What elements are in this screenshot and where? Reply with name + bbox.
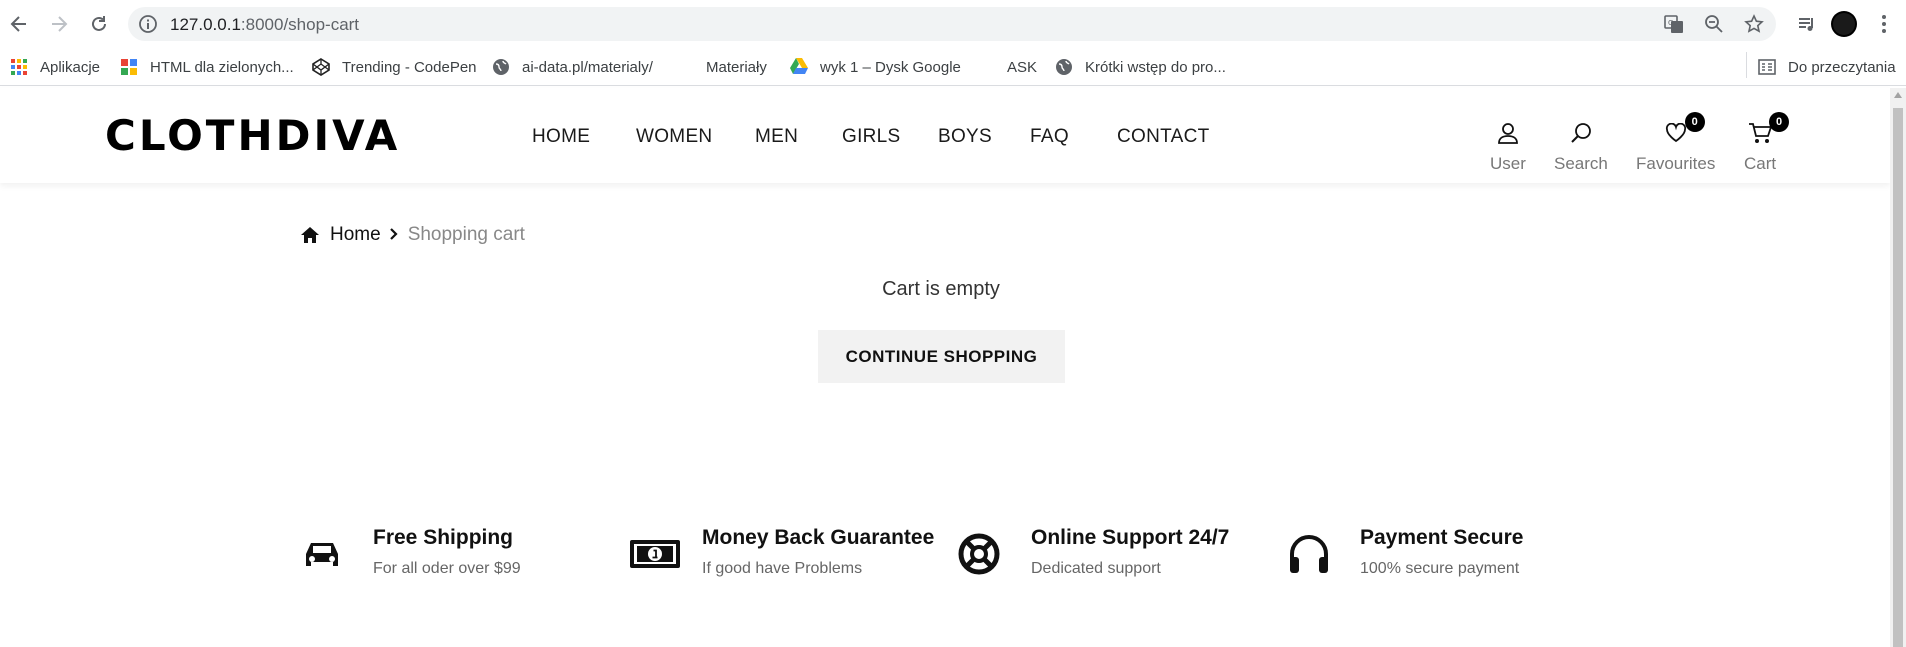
url-host: 127.0.0.1 bbox=[170, 15, 241, 34]
bookmark-label: ASK bbox=[1007, 58, 1038, 76]
heart-icon bbox=[1665, 123, 1686, 143]
svg-text:G: G bbox=[1668, 19, 1673, 27]
favourites-count-badge: 0 bbox=[1684, 112, 1705, 132]
reading-list-icon bbox=[1758, 58, 1776, 76]
reload-button[interactable] bbox=[84, 9, 114, 39]
translate-icon[interactable]: G bbox=[1664, 14, 1684, 34]
bookmark-dysk-google[interactable]: wyk 1 – Dysk Google bbox=[790, 57, 961, 77]
header-search[interactable]: Search bbox=[1554, 120, 1608, 174]
arrow-left-icon bbox=[10, 16, 26, 32]
bookmarks-bar: Aplikacje HTML dla zielonych... Trending… bbox=[0, 48, 1906, 86]
google-drive-icon bbox=[790, 58, 808, 76]
header-cart[interactable]: 0 Cart bbox=[1744, 112, 1790, 174]
back-button[interactable] bbox=[4, 9, 34, 39]
browser-toolbar: 127.0.0.1:8000/shop-cart G bbox=[0, 0, 1906, 48]
feature-title: Online Support 24/7 bbox=[1031, 526, 1230, 549]
globe-icon bbox=[492, 58, 510, 76]
lifebuoy-icon bbox=[958, 532, 1002, 576]
bookmark-ask[interactable]: ASK bbox=[977, 57, 1037, 77]
header-favourites[interactable]: 0 Favourites bbox=[1636, 112, 1716, 174]
cart-label: Cart bbox=[1744, 154, 1777, 173]
header-user[interactable]: User bbox=[1490, 120, 1526, 174]
scrollbar-thumb[interactable] bbox=[1893, 108, 1903, 647]
blank-icon bbox=[676, 58, 694, 76]
address-bar[interactable]: 127.0.0.1:8000/shop-cart G bbox=[128, 7, 1776, 41]
url-path: :8000/shop-cart bbox=[240, 15, 360, 34]
globe-icon bbox=[1055, 58, 1073, 76]
bookmark-codepen[interactable]: Trending - CodePen bbox=[312, 57, 477, 77]
user-label: User bbox=[1490, 154, 1526, 173]
media-control-button[interactable] bbox=[1793, 10, 1821, 38]
menu-item-men[interactable]: MEN bbox=[755, 126, 798, 148]
money-icon bbox=[629, 532, 680, 576]
bookmark-apps[interactable]: Aplikacje bbox=[10, 57, 100, 77]
url-text[interactable]: 127.0.0.1:8000/shop-cart bbox=[170, 15, 359, 35]
site-logo[interactable]: CLOTHDIVA bbox=[105, 111, 400, 160]
menu-item-faq[interactable]: FAQ bbox=[1030, 126, 1069, 148]
continue-shopping-button[interactable]: CONTINUE SHOPPING bbox=[818, 330, 1065, 383]
arrow-right-icon bbox=[52, 16, 68, 32]
menu-item-contact[interactable]: CONTACT bbox=[1117, 126, 1210, 148]
bookmark-label: Aplikacje bbox=[40, 58, 101, 76]
bookmark-label: Materiały bbox=[706, 58, 767, 76]
site-header: CLOTHDIVA HOME WOMEN MEN GIRLS BOYS FAQ … bbox=[0, 88, 1890, 183]
blank-icon bbox=[977, 58, 995, 76]
zoom-out-icon[interactable] bbox=[1704, 14, 1724, 34]
menu-item-home[interactable]: HOME bbox=[532, 126, 590, 148]
apps-grid-icon bbox=[10, 58, 28, 76]
bookmark-label: wyk 1 – Dysk Google bbox=[820, 58, 961, 76]
bookmark-ai-data[interactable]: ai-data.pl/materialy/ bbox=[492, 57, 653, 77]
page-scrollbar[interactable] bbox=[1890, 88, 1906, 647]
profile-avatar[interactable] bbox=[1830, 10, 1858, 38]
codepen-icon bbox=[312, 58, 330, 76]
cart-count-badge: 0 bbox=[1769, 112, 1790, 132]
more-vert-icon bbox=[1882, 15, 1886, 33]
bookmark-label: Krótki wstęp do pro... bbox=[1085, 58, 1226, 76]
chevron-right-icon bbox=[389, 224, 398, 246]
menu-item-girls[interactable]: GIRLS bbox=[842, 126, 901, 148]
user-icon bbox=[1498, 123, 1518, 144]
star-icon[interactable] bbox=[1744, 14, 1764, 34]
bookmark-html-dla-zielonych[interactable]: HTML dla zielonych... bbox=[120, 57, 294, 77]
feature-subtitle: Dedicated support bbox=[1031, 560, 1161, 577]
cart-icon bbox=[1749, 123, 1773, 143]
reload-icon bbox=[92, 16, 106, 31]
reading-list[interactable]: Do przeczytania bbox=[1758, 57, 1896, 77]
browser-menu-button[interactable] bbox=[1870, 10, 1898, 38]
car-icon bbox=[300, 532, 344, 576]
feature-subtitle: 100% secure payment bbox=[1360, 560, 1520, 577]
bookmark-label: ai-data.pl/materialy/ bbox=[522, 58, 653, 76]
cart-empty-message: Cart is empty bbox=[882, 278, 1000, 300]
feature-title: Payment Secure bbox=[1360, 526, 1524, 549]
breadcrumb-home[interactable]: Home bbox=[330, 224, 381, 246]
forward-button[interactable] bbox=[44, 9, 74, 39]
avatar-icon bbox=[1831, 11, 1857, 37]
bookmark-label: HTML dla zielonych... bbox=[150, 58, 294, 76]
menu-item-boys[interactable]: BOYS bbox=[938, 126, 992, 148]
colorful-site-icon bbox=[120, 58, 138, 76]
feature-subtitle: If good have Problems bbox=[702, 560, 863, 577]
feature-title: Money Back Guarantee bbox=[702, 526, 935, 549]
features-strip: Free Shipping For all oder over $99 Mone… bbox=[0, 526, 1890, 596]
feature-subtitle: For all oder over $99 bbox=[373, 560, 521, 577]
bookmark-materialy[interactable]: Materiały bbox=[676, 57, 767, 77]
favourites-label: Favourites bbox=[1636, 154, 1716, 173]
breadcrumb-current: Shopping cart bbox=[407, 224, 525, 245]
scroll-up-arrow-icon[interactable] bbox=[1894, 92, 1902, 98]
bookmark-label: Trending - CodePen bbox=[342, 58, 477, 76]
home-icon[interactable] bbox=[300, 226, 320, 244]
breadcrumb: Home Shopping cart bbox=[300, 224, 525, 246]
feature-title: Free Shipping bbox=[373, 526, 514, 549]
playlist-icon bbox=[1799, 18, 1813, 31]
bookmark-separator bbox=[1746, 52, 1747, 78]
site-info-icon[interactable] bbox=[138, 14, 158, 38]
menu-item-women[interactable]: WOMEN bbox=[636, 126, 712, 148]
search-icon bbox=[1571, 123, 1591, 143]
headphones-icon bbox=[1287, 532, 1331, 576]
reading-list-label: Do przeczytania bbox=[1788, 58, 1896, 76]
bookmark-krotki-wstep[interactable]: Krótki wstęp do pro... bbox=[1055, 57, 1226, 77]
search-label: Search bbox=[1554, 154, 1608, 173]
